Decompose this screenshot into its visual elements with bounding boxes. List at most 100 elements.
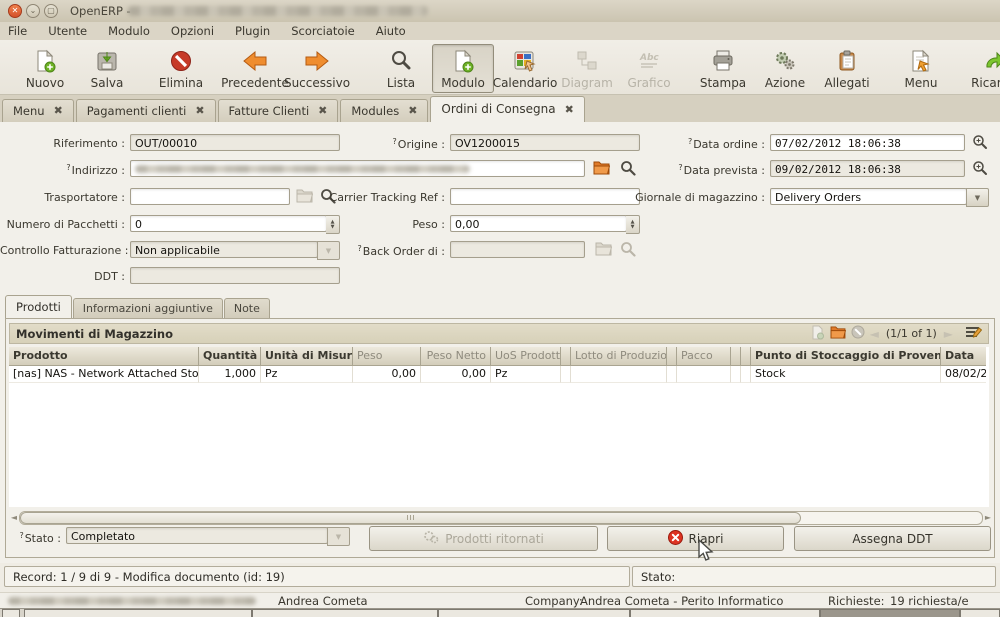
- notebook-tab-informazioni-aggiuntive[interactable]: Informazioni aggiuntive: [73, 298, 223, 318]
- taskbar-window-button[interactable]: [24, 609, 252, 617]
- column-header[interactable]: UoS Prodotto: [491, 347, 561, 366]
- column-header[interactable]: Prodotto: [9, 347, 199, 366]
- toolbar-successivo-button[interactable]: Successivo: [286, 44, 348, 93]
- stato-dropdown[interactable]: Completato: [66, 527, 328, 544]
- tab-close-icon[interactable]: ✖: [565, 104, 574, 115]
- toolbar: Nuovo Salva Elimina Precedente Successiv…: [0, 40, 1000, 95]
- button-label: Assegna DDT: [852, 532, 932, 546]
- tab-modules[interactable]: Modules ✖: [340, 99, 428, 122]
- toolbar-elimina-button[interactable]: Elimina: [150, 44, 212, 93]
- toolbar-nuovo-button[interactable]: Nuovo: [14, 44, 76, 93]
- column-header[interactable]: Punto di Stoccaggio di Provenienza: [751, 347, 941, 366]
- table-row[interactable]: [nas] NAS - Network Attached Storage 1,0…: [9, 366, 989, 383]
- open-record-folder-icon[interactable]: [830, 326, 846, 342]
- spinner-down-icon[interactable]: ▼: [631, 225, 635, 230]
- stock-moves-section-header: Movimenti di Magazzino ◄ (1/1 of 1) ►: [9, 323, 989, 344]
- peso-field[interactable]: 0,00: [450, 215, 627, 232]
- tab-close-icon[interactable]: ✖: [408, 105, 417, 116]
- menu-plugin[interactable]: Plugin: [235, 24, 270, 38]
- numero-pacchetti-field[interactable]: 0: [130, 215, 327, 232]
- tab-close-icon[interactable]: ✖: [195, 105, 204, 116]
- notebook-tab-note[interactable]: Note: [224, 298, 270, 318]
- column-header[interactable]: Quantità: [199, 347, 261, 366]
- tab-ordini-di-consegna[interactable]: Ordini di Consegna ✖: [430, 96, 584, 122]
- riferimento-field[interactable]: OUT/00010: [130, 134, 340, 151]
- column-header[interactable]: Peso Netto: [421, 347, 491, 366]
- column-header[interactable]: Lotto di Produzione: [571, 347, 667, 366]
- tab-close-icon[interactable]: ✖: [318, 105, 327, 116]
- column-header[interactable]: [731, 347, 741, 366]
- toolbar-precedente-button[interactable]: Precedente: [224, 44, 286, 93]
- tab-label: Modules: [351, 104, 399, 118]
- switch-view-icon[interactable]: [964, 325, 982, 342]
- window-maximize-button[interactable]: ▢: [44, 4, 58, 18]
- statusbar: Record: 1 / 9 di 9 - Modifica documento …: [0, 563, 1000, 592]
- ddt-field[interactable]: [130, 267, 340, 284]
- scroll-left-icon[interactable]: ◄: [9, 513, 19, 522]
- tab-menu[interactable]: Menu ✖: [2, 99, 74, 122]
- taskbar-window-button-active[interactable]: [820, 609, 960, 617]
- taskbar-window-button[interactable]: [960, 609, 1000, 617]
- attachments-icon: [835, 48, 859, 74]
- scrollbar-thumb[interactable]: [20, 512, 801, 524]
- toolbar-lista-button[interactable]: Lista: [370, 44, 432, 93]
- column-header[interactable]: [561, 347, 571, 366]
- column-header[interactable]: Unità di Misura: [261, 347, 353, 366]
- dropdown-arrow-icon[interactable]: ▼: [966, 188, 989, 207]
- trasportatore-field[interactable]: [130, 188, 290, 205]
- svg-text:Abc: Abc: [639, 53, 659, 63]
- data-ordine-field[interactable]: 07/02/2012 18:06:38: [770, 134, 965, 151]
- taskbar-window-button[interactable]: [630, 609, 820, 617]
- prodotti-ritornati-button: Prodotti ritornati: [369, 526, 598, 551]
- toolbar-ricarica-button[interactable]: Ricarica: [964, 44, 1000, 93]
- spinner-arrows[interactable]: ▲▼: [626, 215, 640, 234]
- tab-fatture-clienti[interactable]: Fatture Clienti ✖: [218, 99, 339, 122]
- column-header[interactable]: Peso: [353, 347, 421, 366]
- menu-modulo[interactable]: Modulo: [108, 24, 150, 38]
- taskbar-icon[interactable]: [2, 609, 20, 617]
- menu-utente[interactable]: Utente: [48, 24, 87, 38]
- taskbar-window-button[interactable]: [438, 609, 630, 617]
- menu-opzioni[interactable]: Opzioni: [171, 24, 214, 38]
- controllo-fatturazione-dropdown[interactable]: Non applicabile: [130, 241, 318, 258]
- notebook-tab-prodotti[interactable]: Prodotti: [5, 295, 72, 318]
- footer-requests[interactable]: 19 richiesta/e: [890, 594, 969, 608]
- data-prevista-field[interactable]: 09/02/2012 18:06:38: [770, 160, 965, 177]
- tab-close-icon[interactable]: ✖: [54, 105, 63, 116]
- toolbar-azione-button[interactable]: Azione: [754, 44, 816, 93]
- stock-moves-table: Prodotto Quantità Unità di Misura Peso P…: [9, 347, 989, 507]
- column-header[interactable]: Pacco: [677, 347, 731, 366]
- back-order-field[interactable]: [450, 241, 585, 258]
- toolbar-label: Diagram: [561, 76, 613, 90]
- toolbar-calendario-button[interactable]: Calendario: [494, 44, 556, 93]
- pager-next-icon-disabled: ►: [944, 327, 953, 341]
- zoom-icon[interactable]: [972, 134, 989, 149]
- toolbar-salva-button[interactable]: Salva: [76, 44, 138, 93]
- indirizzo-field[interactable]: [130, 160, 585, 177]
- giornale-dropdown[interactable]: Delivery Orders: [770, 188, 967, 205]
- search-icon-disabled: [620, 241, 637, 256]
- cell-empty: [561, 366, 571, 383]
- column-header[interactable]: [741, 347, 751, 366]
- menu-aiuto[interactable]: Aiuto: [376, 24, 406, 38]
- column-header[interactable]: [667, 347, 677, 366]
- assegna-ddt-button[interactable]: Assegna DDT: [794, 526, 991, 551]
- scrollbar-trough[interactable]: [19, 511, 983, 525]
- toolbar-allegati-button[interactable]: Allegati: [816, 44, 878, 93]
- window-close-button[interactable]: ✕: [8, 4, 22, 18]
- toolbar-stampa-button[interactable]: Stampa: [692, 44, 754, 93]
- tab-pagamenti-clienti[interactable]: Pagamenti clienti ✖: [76, 99, 216, 122]
- window-minimize-button[interactable]: ⌄: [26, 4, 40, 18]
- horizontal-scrollbar[interactable]: ◄ ►: [9, 511, 993, 524]
- taskbar-window-button[interactable]: [252, 609, 438, 617]
- toolbar-modulo-button[interactable]: Modulo: [432, 44, 494, 93]
- column-header[interactable]: Data: [941, 347, 986, 366]
- zoom-icon[interactable]: [972, 160, 989, 175]
- menu-scorciatoie[interactable]: Scorciatoie: [291, 24, 355, 38]
- menu-file[interactable]: File: [8, 24, 27, 38]
- scroll-right-icon[interactable]: ►: [983, 513, 993, 522]
- open-folder-icon[interactable]: [593, 161, 610, 176]
- riapri-button[interactable]: Riapri: [607, 526, 784, 551]
- toolbar-menu-button[interactable]: Menu: [890, 44, 952, 93]
- data-prevista-label: ?Data prevista :: [610, 163, 765, 177]
